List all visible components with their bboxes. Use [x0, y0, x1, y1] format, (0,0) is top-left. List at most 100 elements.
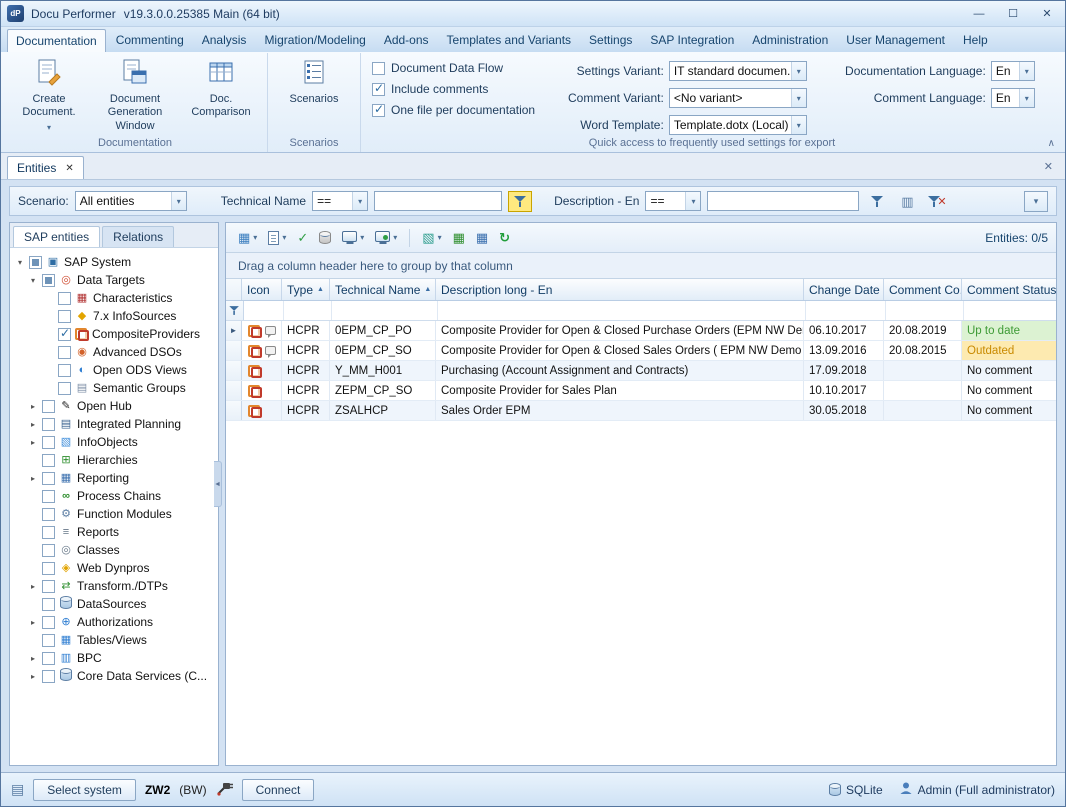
- tree-checkbox[interactable]: [42, 580, 55, 593]
- minimize-button[interactable]: —: [967, 5, 991, 23]
- expand-closed-icon[interactable]: ▸: [27, 474, 39, 483]
- document-preview-button[interactable]: ▾: [264, 227, 290, 249]
- document-generation-window-button[interactable]: Document Generation Window: [92, 54, 178, 133]
- filter-cell[interactable]: [964, 301, 1056, 320]
- column-header-description[interactable]: Description long - En: [436, 279, 804, 300]
- tree-checkbox[interactable]: [58, 310, 71, 323]
- tree-checkbox[interactable]: [42, 508, 55, 521]
- technical-name-operator-select[interactable]: == ▾: [312, 191, 368, 211]
- document-area-close-icon[interactable]: ✕: [1044, 160, 1053, 173]
- chevron-down-icon[interactable]: ▾: [685, 192, 700, 210]
- tree-item-sap-system[interactable]: ▾ ▣ SAP System: [12, 253, 216, 271]
- include-comments-checkbox[interactable]: [372, 83, 385, 96]
- ribbon-tab-commenting[interactable]: Commenting: [108, 29, 192, 52]
- tree-checkbox[interactable]: [42, 598, 55, 611]
- advanced-filter-button[interactable]: ▥: [895, 191, 919, 212]
- table-row[interactable]: HCPR ZSALHCP Sales Order EPM 30.05.2018 …: [226, 401, 1056, 421]
- chevron-down-icon[interactable]: ▾: [791, 89, 806, 107]
- expand-open-icon[interactable]: ▾: [27, 276, 39, 285]
- tree-item-process-chains[interactable]: ∞ Process Chains: [12, 487, 216, 505]
- tree-item-infosources[interactable]: ◆ 7.x InfoSources: [12, 307, 216, 325]
- expand-closed-icon[interactable]: ▸: [27, 402, 39, 411]
- table-row[interactable]: HCPR 0EPM_CP_SO Composite Provider for O…: [226, 341, 1056, 361]
- chevron-down-icon[interactable]: ▾: [791, 116, 806, 134]
- ribbon-tab-analysis[interactable]: Analysis: [194, 29, 255, 52]
- tree-item-tables-views[interactable]: ▦ Tables/Views: [12, 631, 216, 649]
- save-grid-button[interactable]: ▦: [472, 227, 492, 249]
- comment-variant-select[interactable]: <No variant> ▾: [669, 88, 807, 108]
- description-operator-select[interactable]: == ▾: [645, 191, 701, 211]
- comment-language-select[interactable]: En ▾: [991, 88, 1035, 108]
- tree-checkbox[interactable]: [29, 256, 42, 269]
- close-button[interactable]: ✕: [1035, 5, 1059, 23]
- ribbon-tab-help[interactable]: Help: [955, 29, 996, 52]
- include-comments-option[interactable]: Include comments: [372, 82, 550, 96]
- archive-button[interactable]: [315, 227, 335, 249]
- one-file-per-doc-checkbox[interactable]: [372, 104, 385, 117]
- tab-entities[interactable]: Entities ✕: [7, 156, 84, 179]
- filter-cell[interactable]: [438, 301, 806, 320]
- ribbon-tab-migration[interactable]: Migration/Modeling: [256, 29, 373, 52]
- filter-cell[interactable]: [886, 301, 964, 320]
- collapse-ribbon-button[interactable]: ∧: [1048, 138, 1055, 149]
- ribbon-tab-addons[interactable]: Add-ons: [376, 29, 437, 52]
- filter-cell[interactable]: [284, 301, 332, 320]
- tree-item-web-dynpros[interactable]: ◈ Web Dynpros: [12, 559, 216, 577]
- tree-item-open-hub[interactable]: ▸ ✎ Open Hub: [12, 397, 216, 415]
- apply-selection-button[interactable]: ✓: [293, 227, 312, 249]
- tab-sap-entities[interactable]: SAP entities: [13, 226, 100, 247]
- user-status[interactable]: Admin (Full administrator): [899, 781, 1055, 798]
- tree-item-semantic-groups[interactable]: ▤ Semantic Groups: [12, 379, 216, 397]
- tree-checkbox[interactable]: [42, 454, 55, 467]
- documentation-language-select[interactable]: En ▾: [991, 61, 1035, 81]
- chevron-down-icon[interactable]: ▾: [352, 192, 367, 210]
- tree-checkbox[interactable]: [42, 274, 55, 287]
- screen-view-button[interactable]: ▾: [338, 227, 368, 249]
- tree-checkbox[interactable]: [42, 616, 55, 629]
- scenario-select[interactable]: All entities ▾: [75, 191, 187, 211]
- expand-closed-icon[interactable]: ▸: [27, 618, 39, 627]
- column-header-type[interactable]: Type▲: [282, 279, 330, 300]
- column-header-icon[interactable]: Icon: [242, 279, 282, 300]
- chevron-down-icon[interactable]: ▾: [791, 62, 806, 80]
- document-data-flow-checkbox[interactable]: [372, 62, 385, 75]
- tree-checkbox[interactable]: [42, 400, 55, 413]
- chevron-down-icon[interactable]: ▾: [171, 192, 186, 210]
- expand-closed-icon[interactable]: ▸: [27, 420, 39, 429]
- tree-checkbox[interactable]: [58, 364, 71, 377]
- tree-item-reports[interactable]: ≡ Reports: [12, 523, 216, 541]
- database-status[interactable]: SQLite: [829, 783, 883, 797]
- expand-closed-icon[interactable]: ▸: [27, 438, 39, 447]
- tree-item-open-ods-views[interactable]: ◐ Open ODS Views: [12, 361, 216, 379]
- chart-button[interactable]: ▧▾: [418, 227, 445, 249]
- tab-relations[interactable]: Relations: [102, 226, 174, 247]
- screen-refresh-button[interactable]: ▾: [371, 227, 401, 249]
- tree-checkbox[interactable]: [42, 418, 55, 431]
- tree-checkbox[interactable]: [58, 382, 71, 395]
- refresh-button[interactable]: ↻: [495, 227, 514, 249]
- library-icon[interactable]: ▤: [11, 781, 24, 798]
- one-file-per-doc-option[interactable]: One file per documentation: [372, 103, 550, 117]
- settings-variant-select[interactable]: IT standard documen... ▾: [669, 61, 807, 81]
- expand-closed-icon[interactable]: ▸: [27, 582, 39, 591]
- tree-item-transformations[interactable]: ▸ ⇄ Transform./DTPs: [12, 577, 216, 595]
- doc-comparison-button[interactable]: Doc. Comparison: [178, 54, 264, 120]
- tree-checkbox[interactable]: [58, 346, 71, 359]
- tree-checkbox[interactable]: [42, 544, 55, 557]
- filter-cell[interactable]: [244, 301, 284, 320]
- column-header-comment-status[interactable]: Comment Status: [962, 279, 1056, 300]
- column-header-comment-date[interactable]: Comment Co...: [884, 279, 962, 300]
- tree-item-advanced-dsos[interactable]: ◉ Advanced DSOs: [12, 343, 216, 361]
- expand-closed-icon[interactable]: ▸: [27, 654, 39, 663]
- ribbon-tab-templates[interactable]: Templates and Variants: [439, 29, 580, 52]
- description-filter-input[interactable]: [707, 191, 859, 211]
- tree-item-datasources[interactable]: DataSources: [12, 595, 216, 613]
- ribbon-tab-administration[interactable]: Administration: [744, 29, 836, 52]
- tree-checkbox[interactable]: [42, 652, 55, 665]
- tree-checkbox[interactable]: [58, 292, 71, 305]
- filter-cell[interactable]: [806, 301, 886, 320]
- tree-item-function-modules[interactable]: ⚙ Function Modules: [12, 505, 216, 523]
- tree-checkbox[interactable]: [42, 472, 55, 485]
- tree-item-authorizations[interactable]: ▸ ⊕ Authorizations: [12, 613, 216, 631]
- tree-checkbox[interactable]: [42, 436, 55, 449]
